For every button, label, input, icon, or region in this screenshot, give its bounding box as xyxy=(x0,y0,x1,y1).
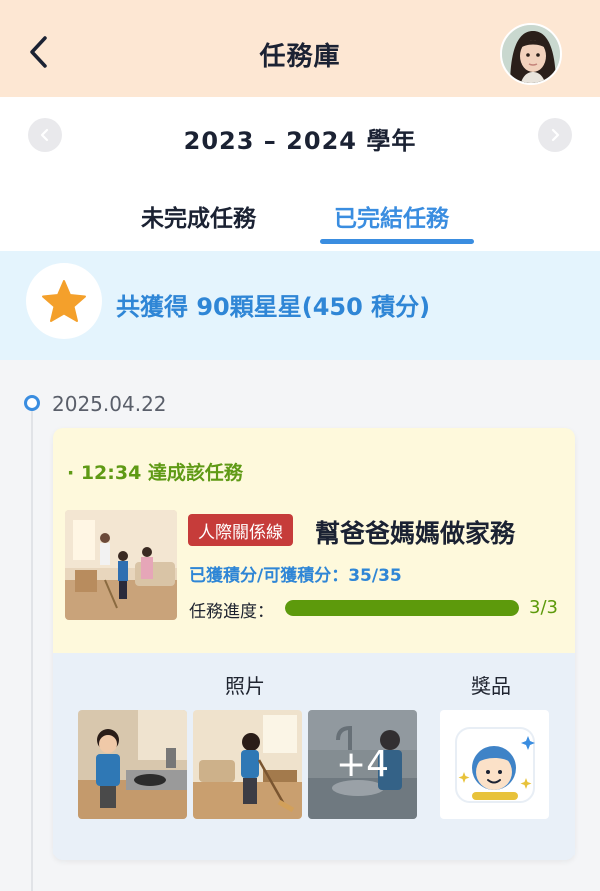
task-thumbnail xyxy=(65,510,177,620)
timeline-dot xyxy=(24,395,40,411)
timeline-line xyxy=(31,404,33,891)
category-badge: 人際關係線 xyxy=(188,514,293,546)
progress-bar-fill xyxy=(285,600,519,616)
photo-cooking xyxy=(78,710,187,819)
points-text: 已獲積分/可獲積分：35/35 xyxy=(189,566,402,586)
stars-total-text: 共獲得 90顆星星(450 積分) xyxy=(116,293,431,321)
task-card-header: · 12:34 達成該任務 人際關係線 幫爸爸媽媽做家務 已獲積分/可獲積分：3… xyxy=(53,428,575,653)
tab-incomplete[interactable]: 未完成任務 xyxy=(141,199,256,233)
progress-label: 任務進度： xyxy=(189,602,274,622)
star-icon xyxy=(42,280,86,322)
active-tab-indicator xyxy=(320,239,474,244)
prize-sticker[interactable] xyxy=(440,710,549,819)
more-photos-overlay: +4 xyxy=(308,710,417,819)
school-year-label: 2023 – 2024 學年 xyxy=(183,127,417,155)
prize-heading: 獎品 xyxy=(471,674,511,698)
card-wave-edge xyxy=(53,846,575,860)
app-header: 任務庫 xyxy=(0,0,600,97)
photo-thumbnail[interactable]: +4 xyxy=(308,710,417,819)
photo-sweeping xyxy=(193,710,302,819)
task-card[interactable]: · 12:34 達成該任務 人際關係線 幫爸爸媽媽做家務 已獲積分/可獲積分：3… xyxy=(53,428,575,860)
timeline-date: 2025.04.22 xyxy=(52,392,167,416)
progress-count: 3/3 xyxy=(529,597,558,618)
year-selector: 2023 – 2024 學年 xyxy=(0,97,600,177)
boy-sticker-icon xyxy=(454,726,535,803)
user-avatar-image xyxy=(502,25,560,83)
task-tabs: 未完成任務 已完結任務 xyxy=(0,177,600,251)
progress-bar xyxy=(285,600,519,616)
tab-completed[interactable]: 已完結任務 xyxy=(334,199,449,233)
chevron-right-icon xyxy=(551,128,560,142)
avatar[interactable] xyxy=(500,23,562,85)
stars-summary: 共獲得 90顆星星(450 積分) xyxy=(0,251,600,360)
next-year-button[interactable] xyxy=(538,118,572,152)
task-title: 幫爸爸媽媽做家務 xyxy=(315,519,516,548)
photo-thumbnail[interactable] xyxy=(193,710,302,819)
photo-thumbnail[interactable] xyxy=(78,710,187,819)
star-badge xyxy=(26,263,102,339)
completed-time: · 12:34 達成該任務 xyxy=(67,462,243,484)
photos-heading: 照片 xyxy=(225,674,265,698)
